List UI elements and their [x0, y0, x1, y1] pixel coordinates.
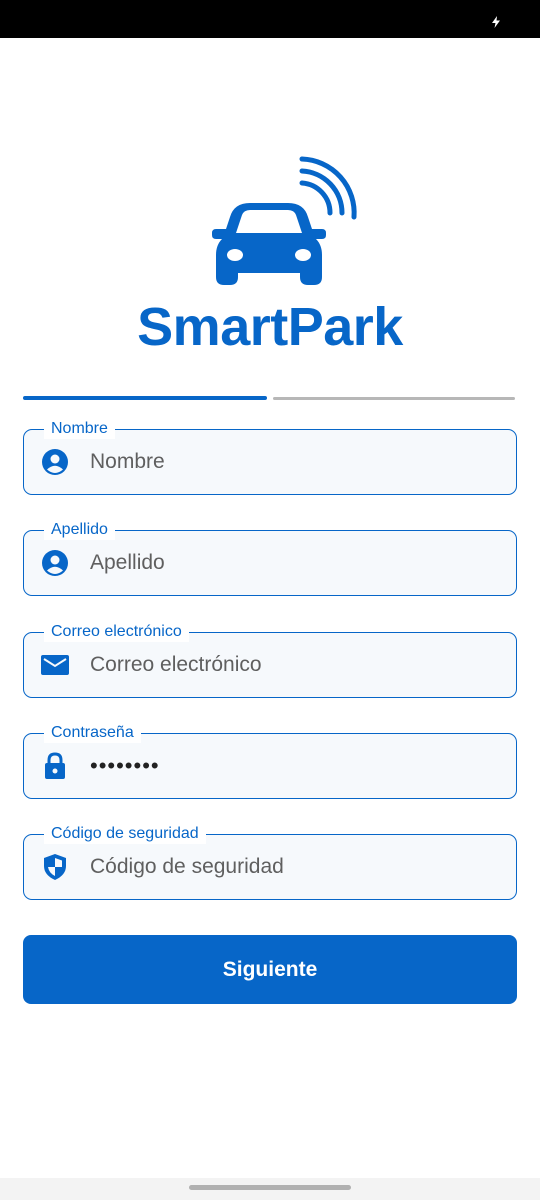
navigation-bar	[0, 1178, 540, 1200]
brand-title: SmartPark	[137, 297, 403, 357]
lock-icon	[45, 752, 65, 779]
person-icon	[42, 550, 68, 576]
next-button[interactable]: Siguiente	[23, 935, 517, 1004]
security-code-field[interactable]: Código de seguridad Código de seguridad	[23, 824, 517, 900]
progress-step-2	[273, 397, 515, 400]
security-code-input[interactable]: Código de seguridad	[90, 834, 500, 900]
status-bar	[0, 0, 540, 38]
charging-icon	[492, 16, 500, 28]
first-name-input[interactable]: Nombre	[90, 429, 500, 495]
last-name-field[interactable]: Apellido Apellido	[23, 520, 517, 596]
email-field[interactable]: Correo electrónico Correo electrónico	[23, 622, 517, 698]
home-gesture-handle[interactable]	[189, 1185, 351, 1190]
person-icon	[42, 449, 68, 475]
shield-icon	[44, 854, 66, 880]
car-logo-icon	[212, 156, 357, 285]
last-name-input[interactable]: Apellido	[90, 530, 500, 596]
password-input[interactable]: ••••••••	[90, 733, 500, 799]
email-input[interactable]: Correo electrónico	[90, 632, 500, 698]
progress-step-1	[23, 396, 267, 400]
mail-icon	[41, 655, 69, 675]
password-field[interactable]: Contraseña ••••••••	[23, 723, 517, 799]
first-name-field[interactable]: Nombre Nombre	[23, 419, 517, 495]
